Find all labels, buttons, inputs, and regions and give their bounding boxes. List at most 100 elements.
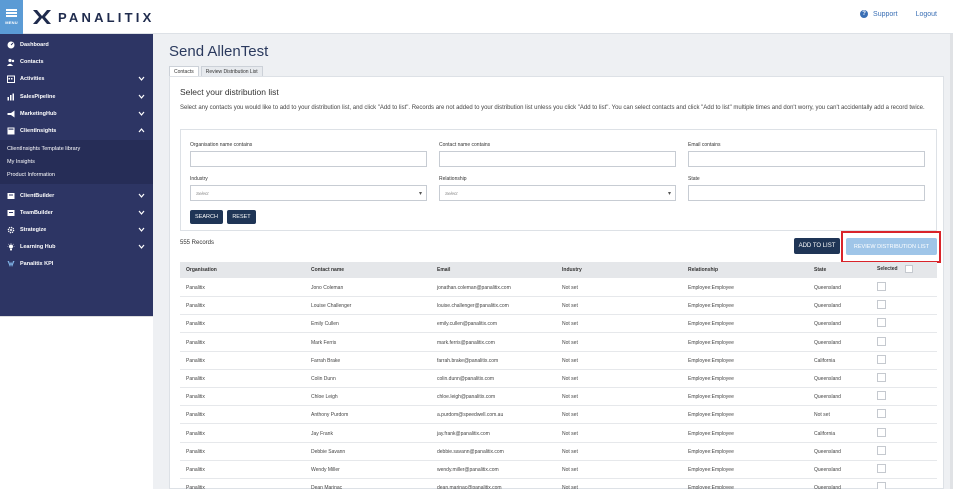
cell-email: jay.frank@panalitix.com <box>437 430 490 437</box>
sidebar-item-strategize[interactable]: Strategize <box>0 221 153 238</box>
sidebar-item-teambuilder[interactable]: TeamBuilder <box>0 204 153 221</box>
team-icon <box>7 209 15 217</box>
cell-relationship: Employee:Employee <box>688 321 734 328</box>
sidebar-item-learning-hub[interactable]: Learning Hub <box>0 238 153 255</box>
cell-organisation: Panalitix <box>186 339 205 346</box>
row-select-checkbox[interactable] <box>877 445 886 455</box>
email-input[interactable] <box>688 151 925 167</box>
cell-organisation: Panalitix <box>186 394 205 401</box>
table-row[interactable]: Panalitix Chloe Leigh chloe.leigh@panaliti… <box>180 388 937 407</box>
chevron-up-icon <box>138 128 145 133</box>
select-all-checkbox[interactable] <box>905 265 913 273</box>
cell-organisation: Panalitix <box>186 376 205 382</box>
table-row[interactable]: Panalitix Mark Ferris mark.ferris@panaliti… <box>180 334 937 352</box>
row-select-checkbox[interactable] <box>877 282 886 291</box>
row-select-checkbox[interactable] <box>877 318 886 328</box>
pipeline-icon <box>7 93 15 101</box>
sidebar-item-activities[interactable]: Activities <box>0 70 153 87</box>
cell-state: Queensland <box>814 467 841 473</box>
row-select-checkbox[interactable] <box>877 409 886 419</box>
hamburger-icon <box>6 9 17 17</box>
chevron-down-icon <box>138 94 145 99</box>
row-select-checkbox[interactable] <box>877 354 886 364</box>
table-row[interactable]: Panalitix Dean Marinac dean.marinac@panali… <box>180 479 937 489</box>
menu-button[interactable]: MENU <box>0 0 23 34</box>
logout-link[interactable]: Logout <box>916 11 937 18</box>
highlight-box <box>841 231 941 263</box>
row-select-checkbox[interactable] <box>877 336 886 346</box>
row-select-checkbox[interactable] <box>877 373 886 382</box>
cell-industry: Not set <box>562 285 578 291</box>
chevron-down-icon <box>138 111 145 116</box>
megaphone-icon <box>7 110 15 118</box>
col-header-organisation[interactable]: Organisation <box>186 267 217 273</box>
state-filter-label: State <box>688 176 700 182</box>
row-select-checkbox[interactable] <box>877 300 886 310</box>
col-header-selected: Selected <box>877 266 898 272</box>
cell-email: a.purdom@speedwell.com.au <box>437 412 504 419</box>
cell-state: Queensland <box>814 448 841 455</box>
clientinsights-submenu: ClientInsights Template library My Insig… <box>0 140 153 184</box>
table-row[interactable]: Panalitix Farrah Brake farrah.brake@panali… <box>180 352 937 370</box>
help-icon[interactable]: ? <box>860 10 869 18</box>
sidebar-item-clientbuilder[interactable]: ClientBuilder <box>0 187 153 204</box>
sidebar-item-label: ClientBuilder <box>20 192 55 199</box>
row-select-checkbox[interactable] <box>877 427 886 437</box>
submenu-item-product-information[interactable]: Product Information <box>7 172 55 178</box>
submenu-item-template-library[interactable]: ClientInsights Template library <box>7 146 80 152</box>
cell-contact-name: Emily Cullen <box>311 321 339 328</box>
col-header-industry[interactable]: Industry <box>562 267 582 273</box>
search-button[interactable]: SEARCH <box>190 210 223 224</box>
industry-select[interactable]: Select <box>190 185 427 201</box>
table-row[interactable]: Panalitix Debbie Savann debbie.savann@pana… <box>180 443 937 461</box>
table-row[interactable]: Panalitix Colin Dunn colin.dunn@panalitix.… <box>180 370 937 388</box>
submenu-item-my-insights[interactable]: My Insights <box>7 159 35 165</box>
cell-email: emily.cullen@panalitix.com <box>437 321 498 328</box>
col-header-state[interactable]: State <box>814 267 826 273</box>
row-select-checkbox[interactable] <box>877 464 886 473</box>
add-to-list-button[interactable]: ADD TO LIST <box>794 238 840 254</box>
sidebar-item-panalitix-kpi[interactable]: Panalitix KPI <box>0 255 153 272</box>
table-row[interactable]: Panalitix Jay Frank jay.frank@panalitix.co… <box>180 425 937 443</box>
table-row[interactable]: Panalitix Jono Coleman jonathan.coleman@pa… <box>180 279 937 297</box>
cell-state: Queensland <box>814 303 841 310</box>
support-link[interactable]: Support <box>873 11 898 18</box>
col-header-email[interactable]: Email <box>437 267 450 273</box>
sidebar: Dashboard Contacts Activities SalesPipel… <box>0 34 153 489</box>
sidebar-item-label: ClientInsights <box>20 127 57 134</box>
row-select-checkbox[interactable] <box>877 391 886 401</box>
cell-industry: Not set <box>562 412 578 419</box>
state-input[interactable] <box>688 185 925 201</box>
sidebar-item-contacts[interactable]: Contacts <box>0 53 153 70</box>
cell-state: Queensland <box>814 394 841 401</box>
col-header-contact-name[interactable]: Contact name <box>311 267 344 273</box>
sidebar-item-dashboard[interactable]: Dashboard <box>0 36 153 53</box>
table-row[interactable]: Panalitix Anthony Purdom a.purdom@speedwel… <box>180 406 937 425</box>
sidebar-item-clientinsights[interactable]: ClientInsights <box>0 122 153 139</box>
cell-relationship: Employee:Employee <box>688 467 734 473</box>
cell-contact-name: Louise Challenger <box>311 303 352 310</box>
reset-button[interactable]: RESET <box>227 210 256 224</box>
cell-relationship: Employee:Employee <box>688 430 734 437</box>
table-row[interactable]: Panalitix Wendy Miller wendy.miller@panali… <box>180 461 937 479</box>
table-row[interactable]: Panalitix Emily Cullen emily.cullen@panali… <box>180 315 937 334</box>
cell-organisation: Panalitix <box>186 357 205 364</box>
col-header-relationship[interactable]: Relationship <box>688 267 718 273</box>
relationship-select[interactable]: Select <box>439 185 676 201</box>
row-select-checkbox[interactable] <box>877 482 886 489</box>
record-count: 555 Records <box>180 240 215 246</box>
brand-logo[interactable]: PANALITIX <box>32 8 154 26</box>
contact-name-input[interactable] <box>439 151 676 167</box>
org-name-input[interactable] <box>190 151 427 167</box>
sidebar-item-marketinghub[interactable]: MarketingHub <box>0 105 153 122</box>
table-row[interactable]: Panalitix Louise Challenger louise.challen… <box>180 297 937 316</box>
cell-email: colin.dunn@panalitix.com <box>437 376 495 382</box>
relationship-filter-label: Relationship <box>439 176 467 182</box>
sidebar-item-salespipeline[interactable]: SalesPipeline <box>0 88 153 105</box>
contact-filter-label: Contact name contains <box>439 142 491 148</box>
cell-state: Queensland <box>814 285 841 291</box>
page-title: Send AllenTest <box>169 43 269 60</box>
contacts-icon <box>7 58 15 66</box>
cell-state: California <box>814 430 836 437</box>
cell-organisation: Panalitix <box>186 448 205 455</box>
